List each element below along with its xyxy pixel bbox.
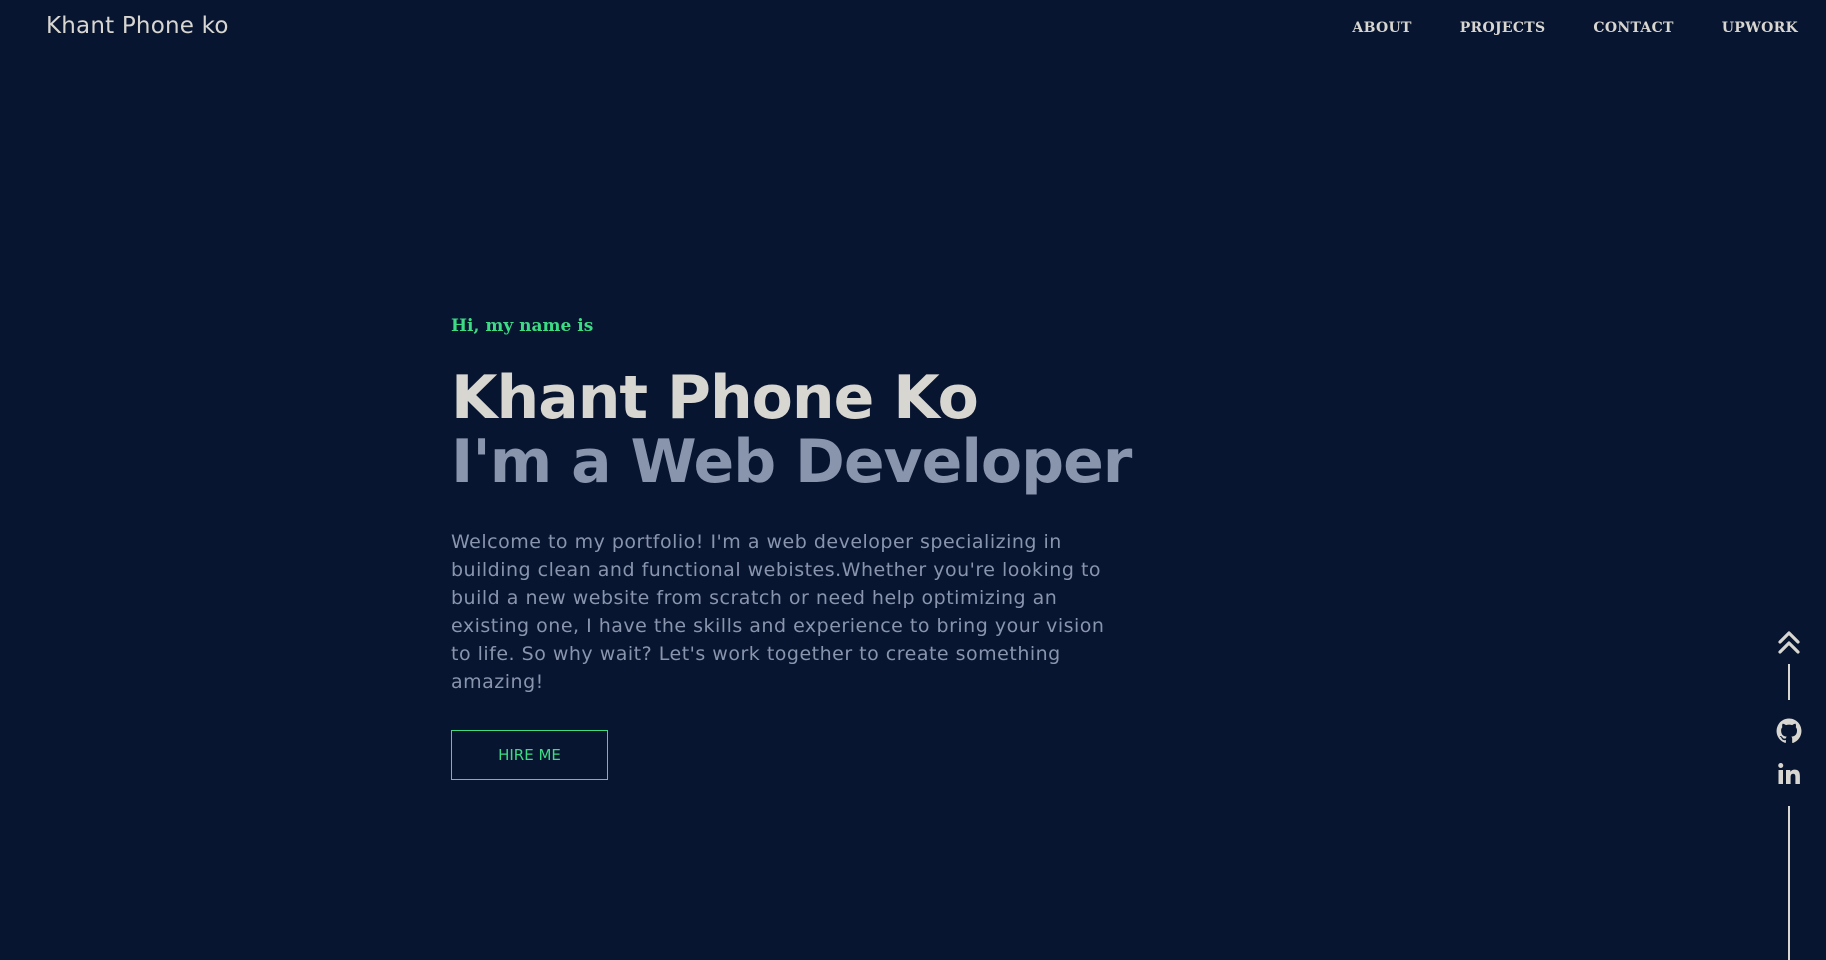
linkedin-icon[interactable] xyxy=(1777,762,1801,786)
hero-bio: Welcome to my portfolio! I'm a web devel… xyxy=(451,531,1105,693)
chevron-double-up-icon[interactable] xyxy=(1777,630,1801,656)
hire-me-button[interactable]: HIRE ME xyxy=(451,730,608,780)
nav-contact[interactable]: CONTACT xyxy=(1593,20,1673,36)
site-brand[interactable]: Khant Phone ko xyxy=(46,13,229,39)
main-nav: ABOUT PROJECTS CONTACT UPWORK xyxy=(1352,20,1798,36)
sidebar-divider-bottom xyxy=(1788,806,1790,960)
hero-section: Hi, my name is Khant Phone Ko I'm a Web … xyxy=(451,316,1141,780)
sidebar-divider-top xyxy=(1788,664,1790,700)
hero-role: I'm a Web Developer xyxy=(451,427,1132,497)
nav-about[interactable]: ABOUT xyxy=(1352,20,1411,36)
hero-name: Khant Phone Ko xyxy=(451,363,979,433)
hero-greeting: Hi, my name is xyxy=(451,316,594,336)
nav-upwork[interactable]: UPWORK xyxy=(1722,20,1798,36)
social-sidebar xyxy=(1772,630,1806,960)
nav-projects[interactable]: PROJECTS xyxy=(1460,20,1546,36)
github-icon[interactable] xyxy=(1776,718,1802,744)
